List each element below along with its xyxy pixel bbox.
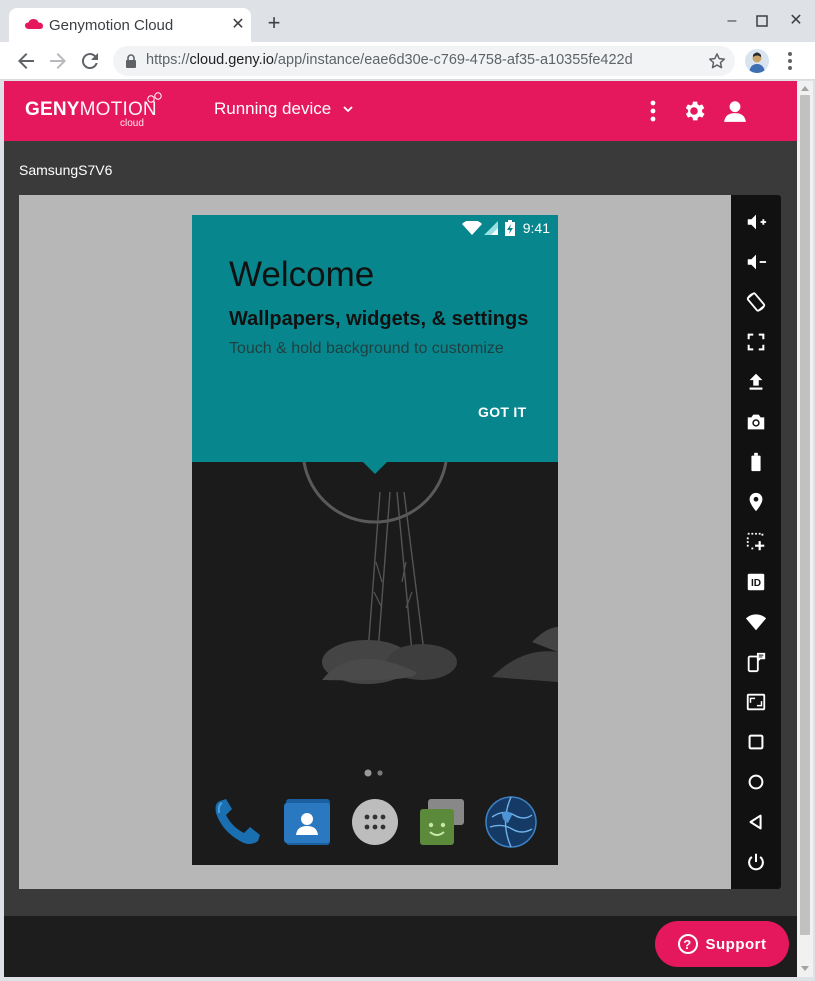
support-button[interactable]: ? Support (655, 921, 789, 967)
help-circle-icon: ? (677, 934, 698, 954)
location-icon[interactable] (743, 489, 769, 515)
multitouch-icon[interactable] (743, 529, 769, 555)
window-close-icon[interactable]: ✕ (785, 10, 807, 32)
volume-up-icon[interactable] (743, 209, 769, 235)
back-icon[interactable] (743, 809, 769, 835)
browser-menu-icon[interactable] (780, 49, 800, 73)
browser-globe-app-icon[interactable] (484, 795, 538, 849)
power-icon[interactable] (743, 849, 769, 875)
browser-tab-strip: Genymotion Cloud ✕ + – ✕ (0, 0, 815, 42)
battery-charging-icon (504, 220, 515, 236)
tab-close-icon[interactable]: ✕ (227, 14, 249, 36)
device-player: 9:41 Welcome Wallpapers, widgets, & sett… (19, 195, 731, 889)
more-vert-icon[interactable] (640, 98, 666, 124)
genymotion-favicon-icon (25, 19, 43, 29)
url-path: /app/instance/eae6d30e-c769-4758-af35-a1… (273, 52, 633, 68)
address-bar[interactable]: https://cloud.geny.io/app/instance/eae6d… (113, 46, 735, 76)
resize-icon[interactable] (743, 689, 769, 715)
forward-arrow-icon[interactable] (46, 49, 70, 73)
rotate-icon[interactable] (743, 289, 769, 315)
welcome-card: 9:41 Welcome Wallpapers, widgets, & sett… (192, 215, 558, 462)
browser-toolbar: https://cloud.geny.io/app/instance/eae6d… (0, 42, 815, 80)
wifi-icon[interactable] (743, 609, 769, 635)
account-icon[interactable] (722, 98, 748, 124)
android-screen[interactable]: 9:41 Welcome Wallpapers, widgets, & sett… (192, 215, 558, 865)
welcome-subtitle: Wallpapers, widgets, & settings (229, 308, 529, 330)
cell-signal-icon (483, 221, 498, 235)
device-id-glyph: ID (751, 578, 761, 589)
running-device-label: Running device (214, 99, 332, 118)
upload-icon[interactable] (743, 369, 769, 395)
got-it-button[interactable]: GOT IT (478, 404, 526, 420)
scrollbar-thumb[interactable] (800, 95, 810, 935)
welcome-title: Welcome (229, 255, 375, 294)
recent-apps-icon[interactable] (743, 729, 769, 755)
welcome-hint: Touch & hold background to customize (229, 340, 504, 357)
support-label: Support (705, 935, 767, 953)
url-host: cloud.geny.io (189, 52, 274, 68)
fullscreen-icon[interactable] (743, 329, 769, 355)
app-header: GENYMOTION cloud Running device (4, 81, 797, 141)
scroll-up-arrow-icon[interactable] (801, 86, 809, 91)
logo-subtext: cloud (120, 118, 144, 129)
device-id-icon[interactable]: ID (743, 569, 769, 595)
camera-icon[interactable] (743, 409, 769, 435)
new-tab-icon[interactable]: + (263, 12, 285, 34)
chevron-down-icon (343, 106, 353, 113)
page-viewport: GENYMOTION cloud Running device SamsungS… (4, 81, 797, 977)
minimize-icon[interactable]: – (721, 10, 743, 32)
messaging-app-icon[interactable] (414, 795, 468, 849)
phone-app-icon[interactable] (210, 795, 264, 849)
device-name-label: SamsungS7V6 (19, 162, 113, 178)
tab-title: Genymotion Cloud (49, 17, 174, 34)
browser-tab[interactable]: Genymotion Cloud ✕ (9, 8, 251, 42)
device-controls-sidebar: ID (731, 195, 781, 889)
logo-rings-icon (147, 92, 162, 103)
logo-text-bold: GENY (25, 99, 80, 120)
phone-sms-icon[interactable] (743, 649, 769, 675)
battery-icon[interactable] (743, 449, 769, 475)
home-icon[interactable] (743, 769, 769, 795)
profile-avatar[interactable] (745, 49, 769, 73)
profile-avatar-icon (749, 52, 765, 73)
back-arrow-icon[interactable] (14, 49, 38, 73)
volume-down-icon[interactable] (743, 249, 769, 275)
app-drawer-icon[interactable] (348, 795, 402, 849)
maximize-icon[interactable] (751, 10, 773, 32)
welcome-card-pointer (363, 462, 387, 474)
wifi-status-icon (461, 221, 482, 235)
url-scheme: https:// (146, 52, 190, 68)
android-status-bar: 9:41 (461, 220, 550, 236)
page-scrollbar[interactable] (797, 81, 813, 977)
reload-icon[interactable] (78, 49, 102, 73)
page-indicator (364, 769, 383, 777)
url-text: https://cloud.geny.io/app/instance/eae6d… (146, 52, 633, 68)
status-time: 9:41 (522, 220, 550, 236)
bookmark-star-icon[interactable] (707, 51, 727, 71)
scroll-down-arrow-icon[interactable] (801, 966, 809, 971)
lock-icon (126, 54, 136, 68)
running-device-dropdown[interactable]: Running device (214, 99, 355, 119)
contacts-app-icon[interactable] (280, 795, 334, 849)
settings-gear-icon[interactable] (681, 98, 707, 124)
